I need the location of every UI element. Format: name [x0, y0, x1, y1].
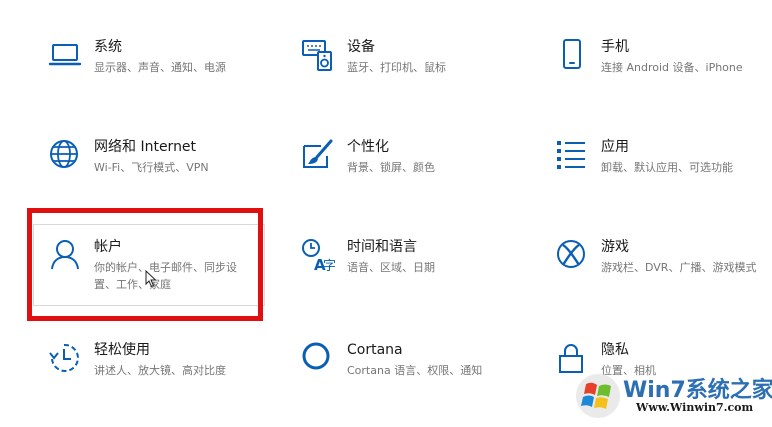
ease-of-access-icon	[48, 341, 82, 375]
tile-subtitle: 语音、区域、日期	[347, 261, 435, 274]
tile-subtitle: Cortana 语言、权限、通知	[347, 364, 483, 377]
paint-brush-icon	[301, 138, 335, 172]
keyboard-speaker-icon	[301, 38, 335, 72]
tile-subtitle: Wi-Fi、飞行模式、VPN	[94, 161, 209, 174]
tile-gaming[interactable]: 游戏 游戏栏、DVR、广播、游戏模式	[555, 238, 756, 276]
tile-title: 应用	[601, 139, 629, 155]
tile-devices[interactable]: 设备 蓝牙、打印机、鼠标	[301, 38, 446, 76]
tile-title: 手机	[601, 39, 629, 55]
tile-phone[interactable]: 手机 连接 Android 设备、iPhone	[555, 38, 743, 76]
tile-personalization[interactable]: 个性化 背景、锁屏、颜色	[301, 138, 435, 176]
watermark-url: Www.Winwin7.com	[636, 401, 754, 414]
tile-time-language[interactable]: A字 时间和语言 语音、区域、日期	[301, 238, 435, 276]
tile-title: 隐私	[601, 342, 629, 358]
mouse-cursor-icon	[145, 269, 157, 288]
tile-title: 设备	[347, 39, 375, 55]
cortana-ring-icon	[301, 341, 335, 375]
tile-title: Cortana	[347, 342, 403, 358]
tile-title: 游戏	[601, 239, 629, 255]
tile-subtitle: 讲述人、放大镜、高对比度	[94, 364, 226, 377]
tile-system[interactable]: 系统 显示器、声音、通知、电源	[48, 38, 226, 76]
phone-icon	[555, 38, 589, 72]
laptop-icon	[48, 38, 82, 72]
tile-subtitle: 连接 Android 设备、iPhone	[601, 61, 743, 74]
globe-icon	[48, 138, 82, 172]
tile-subtitle: 卸载、默认应用、可选功能	[601, 161, 733, 174]
tile-subtitle: 背景、锁屏、颜色	[347, 161, 435, 174]
tile-ease-of-access[interactable]: 轻松使用 讲述人、放大镜、高对比度	[48, 341, 226, 379]
svg-text:字: 字	[323, 259, 335, 272]
tile-title: 系统	[94, 39, 122, 55]
tile-subtitle: 蓝牙、打印机、鼠标	[347, 61, 446, 74]
tile-network[interactable]: 网络和 Internet Wi-Fi、飞行模式、VPN	[48, 138, 209, 176]
app-list-icon	[555, 138, 589, 172]
watermark-brand: Win7系统之家	[623, 378, 772, 403]
tile-apps[interactable]: 应用 卸载、默认应用、可选功能	[555, 138, 733, 176]
tile-title: 时间和语言	[347, 239, 417, 255]
tile-cortana[interactable]: Cortana Cortana 语言、权限、通知	[301, 341, 482, 379]
tile-subtitle: 显示器、声音、通知、电源	[94, 61, 226, 74]
clock-language-icon: A字	[301, 238, 335, 272]
xbox-icon	[555, 238, 589, 272]
tile-subtitle: 游戏栏、DVR、广播、游戏模式	[601, 261, 757, 274]
tile-title: 网络和 Internet	[94, 139, 197, 155]
tile-title: 轻松使用	[94, 342, 150, 358]
tile-title: 个性化	[347, 139, 389, 155]
highlight-rectangle	[27, 208, 263, 321]
